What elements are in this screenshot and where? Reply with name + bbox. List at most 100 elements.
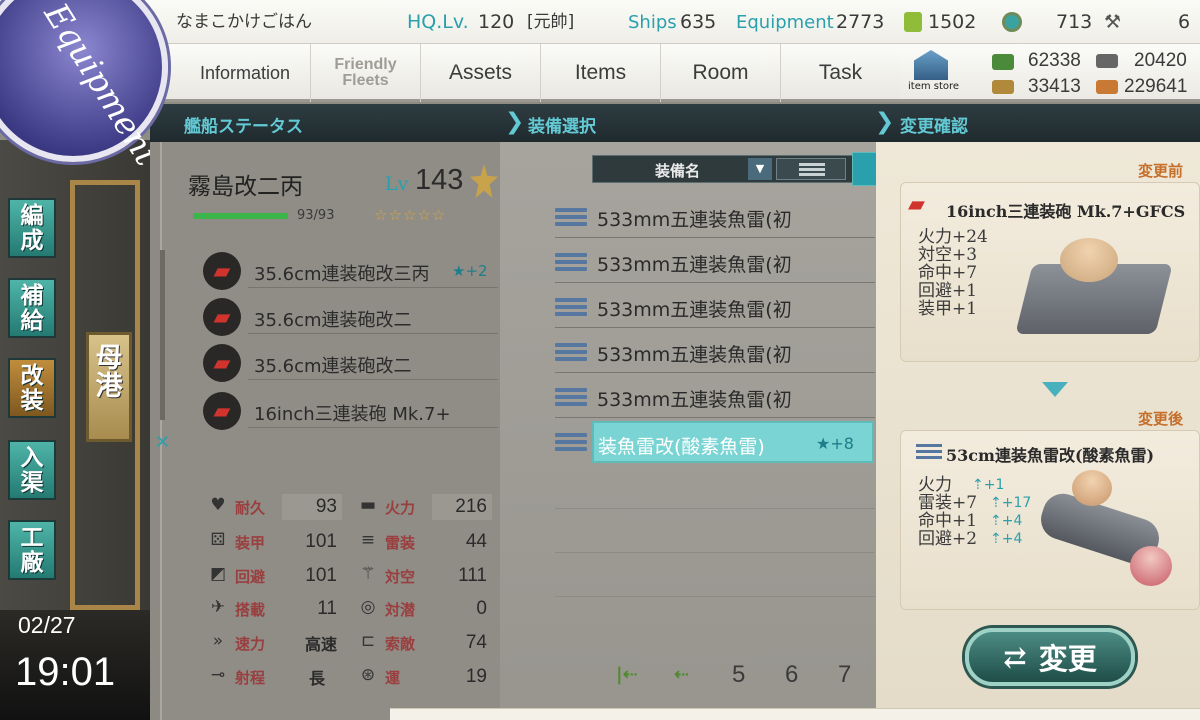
hq-level: 120 bbox=[478, 11, 515, 33]
prev-page-icon[interactable]: ⇠ bbox=[674, 664, 689, 685]
row-divider bbox=[555, 508, 875, 509]
stat-label: 雷装 bbox=[385, 533, 416, 552]
chevron-right-icon: ❯ bbox=[875, 109, 895, 135]
nav-room[interactable]: Room bbox=[660, 44, 780, 102]
radar-icon: ⊏ bbox=[360, 631, 376, 651]
upgrade-arrow-icon: ⇡+1 bbox=[972, 477, 1005, 493]
plane-icon: ✈ bbox=[210, 597, 226, 617]
equip-name-column-header[interactable]: 装備名 bbox=[655, 160, 700, 181]
equip-list-row[interactable]: 533mm五連装魚雷(初 bbox=[555, 331, 875, 373]
equip-list-row[interactable]: 533mm五連装魚雷(初 bbox=[555, 376, 875, 418]
menu-remodel[interactable]: 改装 bbox=[8, 358, 56, 418]
hp-text: 93/93 bbox=[297, 208, 335, 223]
stat-value: 93 bbox=[315, 496, 337, 517]
stat-value: 216 bbox=[455, 496, 487, 517]
fuel-value: 62338 bbox=[1028, 50, 1081, 71]
first-page-icon[interactable]: |⇠ bbox=[616, 664, 638, 685]
upgrade-value: +4 bbox=[1001, 531, 1023, 547]
ship-name: 霧島改二丙 bbox=[188, 174, 303, 200]
equipment-count: 2773 bbox=[836, 11, 885, 33]
slot-name: 35.6cm連装砲改二 bbox=[254, 356, 412, 377]
clock-time: 19:01 bbox=[15, 650, 116, 694]
equip-row-name: 533mm五連装魚雷(初 bbox=[597, 209, 792, 231]
after-stat: 火力 bbox=[918, 475, 952, 495]
main-gun-icon: ▰ bbox=[203, 344, 241, 382]
page-5[interactable]: 5 bbox=[732, 661, 745, 689]
nav-friendly-fleets[interactable]: Friendly Fleets bbox=[310, 44, 420, 102]
menu-repair[interactable]: 入渠 bbox=[8, 440, 56, 500]
stat-label: 装甲 bbox=[235, 533, 266, 552]
stat-evasion: ◩ 回避 101 bbox=[205, 561, 337, 591]
stat-value: 高速 bbox=[304, 637, 337, 654]
ships-count: 635 bbox=[680, 11, 717, 33]
main-nav: Information Friendly Fleets Assets Items… bbox=[160, 44, 900, 102]
before-stat: 火力+24 bbox=[918, 227, 988, 247]
stat-aa: ⚚ 対空 111 bbox=[355, 561, 487, 591]
hq-label: HQ.Lv. bbox=[407, 11, 469, 33]
close-icon[interactable]: ✕ bbox=[155, 432, 170, 453]
chevron-right-icon: ❯ bbox=[505, 109, 525, 135]
slot-divider bbox=[248, 379, 498, 380]
equip-list-row[interactable]: 533mm五連装魚雷(初 bbox=[555, 241, 875, 283]
after-label: 変更後 bbox=[1138, 410, 1184, 428]
scrollbar[interactable] bbox=[160, 250, 165, 420]
upgrade-arrow-icon: ⇡+4 bbox=[990, 513, 1023, 529]
equipment-label: Equipment bbox=[736, 12, 834, 33]
equip-slot-3[interactable]: ▰ 35.6cm連装砲改二 bbox=[200, 344, 500, 382]
item-store-button[interactable]: item store bbox=[906, 48, 959, 98]
equip-list-row[interactable]: 533mm五連装魚雷(初 bbox=[555, 196, 875, 238]
stat-asw: ◎ 対潜 0 bbox=[355, 594, 487, 624]
equip-slot-4[interactable]: ▰ 16inch三連装砲 Mk.7+ bbox=[200, 392, 500, 430]
resource-panel: item store 62338 20420 33413 229641 bbox=[900, 44, 1200, 102]
list-view-button[interactable] bbox=[776, 158, 846, 180]
sort-dropdown-icon[interactable]: ▼ bbox=[748, 158, 772, 180]
stat-label: 索敵 bbox=[385, 634, 416, 653]
fairy-crew-illustration bbox=[1060, 238, 1118, 282]
stat-value: 0 bbox=[476, 598, 487, 619]
menu-arsenal[interactable]: 工廠 bbox=[8, 520, 56, 580]
equip-slot-1[interactable]: ▰ 35.6cm連装砲改三丙 ★+2 bbox=[200, 252, 500, 290]
fairy-crew-illustration bbox=[1072, 470, 1112, 506]
equip-list-row[interactable]: 533mm五連装魚雷(初 bbox=[555, 286, 875, 328]
stat-label: 耐久 bbox=[235, 498, 266, 517]
before-stat: 装甲+1 bbox=[918, 299, 978, 319]
nav-task[interactable]: Task bbox=[780, 44, 900, 102]
row-divider bbox=[555, 552, 875, 553]
evasion-icon: ◩ bbox=[209, 564, 227, 584]
refresh-icon: ⇄ bbox=[1003, 640, 1027, 674]
change-button[interactable]: ⇄ 変更 bbox=[965, 628, 1135, 686]
equip-row-name: 533mm五連装魚雷(初 bbox=[597, 344, 792, 366]
equip-row-name: 533mm五連装魚雷(初 bbox=[597, 254, 792, 276]
menu-supply[interactable]: 補給 bbox=[8, 278, 56, 338]
aa-gun-icon: ⚚ bbox=[360, 564, 376, 584]
steel-icon bbox=[992, 80, 1014, 94]
nav-information[interactable]: Information bbox=[180, 44, 310, 102]
equip-row-name: 533mm五連装魚雷(初 bbox=[597, 299, 792, 321]
stat-luck: ⊛ 運 19 bbox=[355, 662, 487, 692]
torpedo-icon bbox=[555, 298, 587, 316]
page-7[interactable]: 7 bbox=[838, 661, 851, 689]
row-divider bbox=[555, 596, 875, 597]
top-status-bar: なまこかけごはん HQ.Lv. 120 [元帥] Ships 635 Equip… bbox=[0, 0, 1200, 44]
upgrade-value: +4 bbox=[1001, 513, 1023, 529]
devmat-count: 713 bbox=[1056, 11, 1093, 33]
screw-icon: ⚒ bbox=[1104, 11, 1122, 33]
equip-slot-2[interactable]: ▰ 35.6cm連装砲改二 bbox=[200, 298, 500, 336]
after-stat: 回避+2 bbox=[918, 529, 978, 549]
stat-firepower: ▬ 火力 216 bbox=[355, 492, 487, 522]
section-header-bar: 艦船ステータス ❯ 装備選択 ❯ 変更確認 bbox=[150, 104, 1200, 142]
nav-assets[interactable]: Assets bbox=[420, 44, 540, 102]
main-gun-icon: ▰ bbox=[203, 392, 241, 430]
stat-los: ⊏ 索敵 74 bbox=[355, 628, 487, 658]
page-6[interactable]: 6 bbox=[785, 661, 798, 689]
equip-list-row-selected[interactable]: 装魚雷改(酸素魚雷) ★+8 bbox=[592, 421, 874, 463]
nav-items[interactable]: Items bbox=[540, 44, 660, 102]
heart-icon: ♥ bbox=[210, 495, 226, 515]
steel-value: 33413 bbox=[1028, 76, 1081, 97]
bucket-count: 1502 bbox=[928, 11, 977, 33]
ammo-icon bbox=[1096, 54, 1118, 68]
menu-organize[interactable]: 編成 bbox=[8, 198, 56, 258]
port-button[interactable]: 母港 bbox=[86, 332, 132, 442]
store-icon bbox=[914, 50, 948, 80]
equip-row-name: 533mm五連装魚雷(初 bbox=[597, 389, 792, 411]
